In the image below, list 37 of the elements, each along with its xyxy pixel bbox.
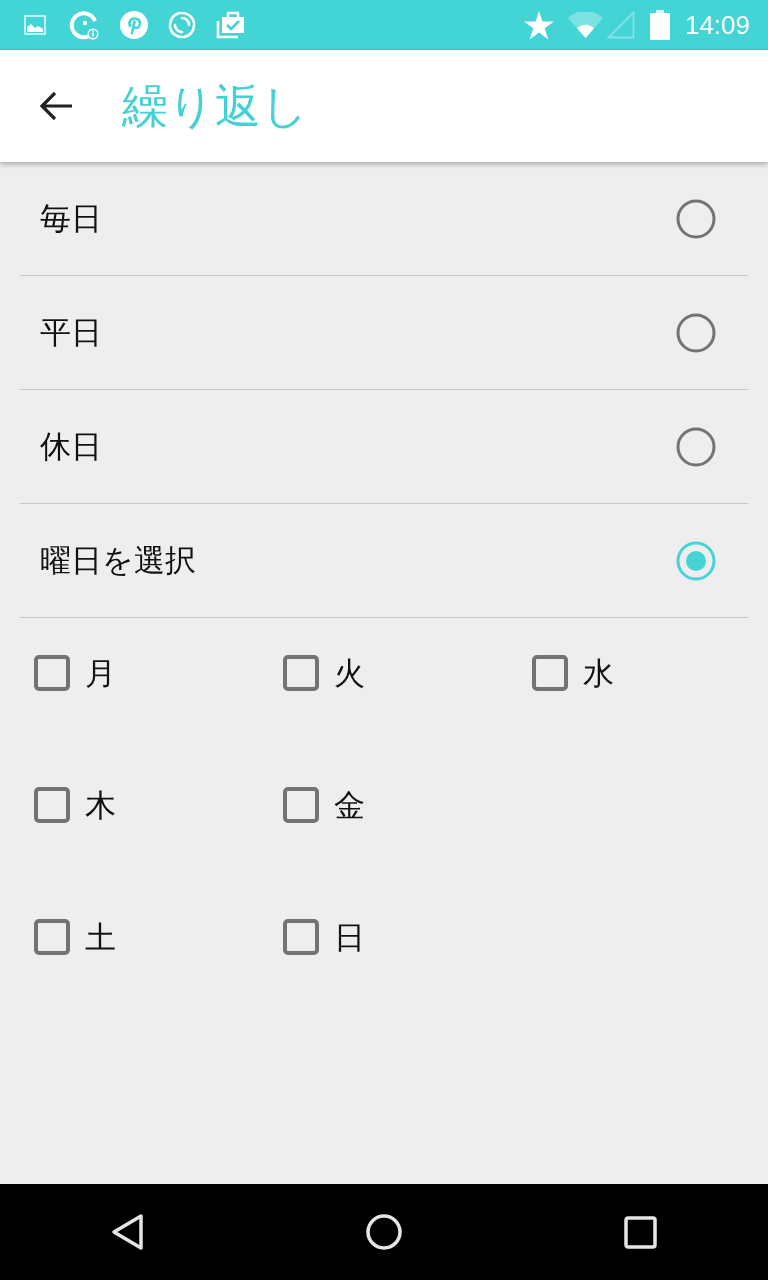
status-time: 14:09: [684, 12, 750, 38]
day-label: 金: [334, 789, 365, 821]
day-label: 土: [85, 921, 116, 953]
day-label: 月: [85, 657, 116, 689]
swirl-icon: [168, 11, 196, 39]
wifi-icon: [567, 12, 603, 38]
radio-button[interactable]: [676, 312, 716, 353]
day-label: 水: [583, 657, 614, 689]
back-arrow-icon[interactable]: [40, 91, 72, 121]
option-label: 曜日を選択: [40, 545, 196, 576]
star-icon: [523, 10, 554, 40]
screen-title: 繰り返し: [122, 83, 308, 129]
day-label: 火: [334, 657, 365, 689]
signal-icon: [606, 11, 635, 39]
battery-icon: [649, 10, 670, 40]
checkbox[interactable]: [34, 919, 70, 955]
home-icon[interactable]: [366, 1214, 402, 1250]
day-label: 木: [85, 789, 116, 821]
checkbox[interactable]: [532, 655, 568, 691]
radio-button[interactable]: [676, 198, 716, 239]
p-logo-icon: [120, 11, 148, 39]
bag-check-icon: [216, 11, 246, 39]
circle-info-icon: [68, 9, 100, 41]
back-icon[interactable]: [111, 1213, 145, 1251]
checkbox[interactable]: [34, 655, 70, 691]
checkbox[interactable]: [283, 655, 319, 691]
option-label: 毎日: [40, 203, 102, 234]
radio-button[interactable]: [676, 426, 716, 467]
day-label: 日: [334, 921, 365, 953]
checkbox[interactable]: [34, 787, 70, 823]
radio-button[interactable]: [676, 540, 716, 581]
image-icon: [24, 15, 46, 35]
option-label: 休日: [40, 431, 102, 462]
checkbox[interactable]: [283, 787, 319, 823]
option-label: 平日: [40, 317, 102, 348]
checkbox[interactable]: [283, 919, 319, 955]
recents-icon[interactable]: [623, 1215, 657, 1249]
